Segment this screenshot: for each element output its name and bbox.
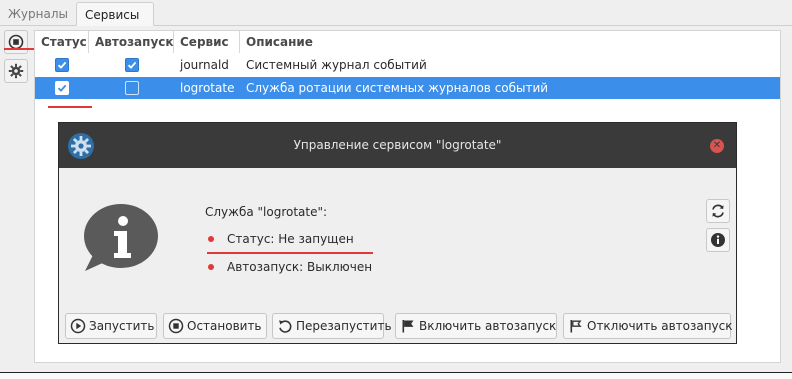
stop-service-side-button[interactable] xyxy=(4,30,28,54)
disable-autostart-button[interactable]: Отключить автозапуск xyxy=(563,313,733,339)
enable-autostart-label: Включить автозапуск xyxy=(419,319,557,333)
service-control-dialog: Управление сервисом "logrotate" ✕ Служба… xyxy=(58,122,737,344)
service-name: logrotate xyxy=(180,81,235,95)
annotation-underline-row xyxy=(48,106,92,108)
disable-autostart-label: Отключить автозапуск xyxy=(587,319,733,333)
status-text: Статус: Не запущен xyxy=(227,232,354,246)
tab-services[interactable]: Сервисы xyxy=(76,2,154,26)
restart-icon xyxy=(279,320,292,333)
status-checkbox[interactable] xyxy=(55,58,69,72)
flag-outline-icon xyxy=(570,320,582,333)
play-circle-icon xyxy=(70,318,86,334)
tab-journals[interactable]: Журналы xyxy=(0,2,76,26)
start-label: Запустить xyxy=(89,319,155,333)
service-description: Системный журнал событий xyxy=(246,58,427,72)
autostart-checkbox[interactable] xyxy=(125,58,139,72)
table-header: Статус Автозапуск Сервис Описание xyxy=(35,31,780,53)
tab-bar: Журналы Сервисы xyxy=(0,0,792,26)
service-description: Служба ротации системных журналов событи… xyxy=(246,81,549,95)
flag-filled-icon xyxy=(402,320,414,333)
autostart-text: Автозапуск: Выключен xyxy=(227,260,373,274)
info-icon xyxy=(84,204,158,271)
info-circle-icon xyxy=(711,233,725,247)
service-label: Служба "logrotate": xyxy=(205,205,328,219)
status-checkbox[interactable] xyxy=(55,81,69,95)
info-button[interactable] xyxy=(706,228,730,252)
bottom-strip xyxy=(0,372,792,379)
autostart-checkbox[interactable] xyxy=(125,81,139,95)
header-service[interactable]: Сервис xyxy=(174,31,240,53)
dialog-title: Управление сервисом "logrotate" xyxy=(293,138,502,152)
refresh-button[interactable] xyxy=(706,199,730,223)
header-autostart[interactable]: Автозапуск xyxy=(89,31,174,53)
refresh-icon xyxy=(712,204,724,218)
annotation-underline-status xyxy=(207,252,373,254)
gear-icon xyxy=(8,63,24,79)
enable-autostart-button[interactable]: Включить автозапуск xyxy=(395,313,557,339)
table-row-selected[interactable]: logrotate Служба ротации системных журна… xyxy=(35,77,780,99)
stop-label: Остановить xyxy=(187,319,262,333)
check-icon xyxy=(57,84,67,92)
stop-circle-icon xyxy=(168,318,184,334)
close-button[interactable]: ✕ xyxy=(710,139,724,153)
autostart-bullet xyxy=(208,264,214,270)
restart-label: Перезапустить xyxy=(296,319,392,333)
table-row[interactable]: journald Системный журнал событий xyxy=(35,54,780,76)
restart-button[interactable]: Перезапустить xyxy=(272,313,392,339)
header-description[interactable]: Описание xyxy=(240,31,780,53)
header-status[interactable]: Статус xyxy=(35,31,89,53)
stop-button[interactable]: Остановить xyxy=(163,313,267,339)
service-name: journald xyxy=(180,58,229,72)
settings-side-button[interactable] xyxy=(4,59,28,83)
check-icon xyxy=(127,61,137,69)
start-button[interactable]: Запустить xyxy=(65,313,157,339)
dialog-titlebar: Управление сервисом "logrotate" ✕ xyxy=(59,123,736,168)
check-icon xyxy=(57,61,67,69)
status-bullet xyxy=(208,236,214,242)
